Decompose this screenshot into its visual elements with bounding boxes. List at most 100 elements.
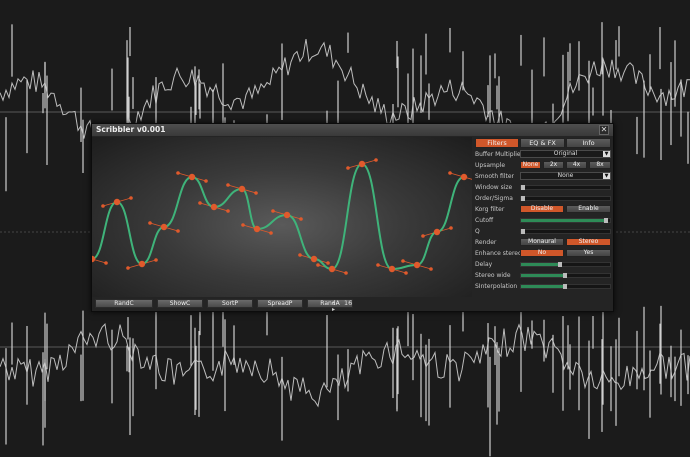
handle-tip[interactable] [298,253,302,257]
render-label: Render [475,239,497,246]
handle-tip[interactable] [374,158,378,162]
handle-tip[interactable] [448,171,452,175]
control-point[interactable] [310,255,318,263]
showc-button[interactable]: ShowC [157,299,203,308]
handle-tip[interactable] [401,259,405,263]
korg-filter-enable[interactable]: Enable [566,205,611,213]
handle-tip[interactable] [421,234,425,238]
delay-slider[interactable] [520,262,611,267]
control-point[interactable] [283,211,291,219]
control-point[interactable] [138,260,146,268]
control-point[interactable] [358,160,366,168]
smooth-filter-value: None [557,172,574,179]
settings-panel: Filters EQ & FX Info Buffer Multiplier O… [475,137,611,297]
handle-tip[interactable] [204,179,208,183]
control-point[interactable] [328,265,336,273]
window-size-slider[interactable] [520,185,611,190]
curve-editor[interactable] [92,137,472,297]
slider-knob[interactable] [558,262,563,267]
curve-graph[interactable] [92,137,472,297]
handle-tip[interactable] [154,258,158,262]
spreadp-button[interactable]: SpreadP [257,299,303,308]
control-point[interactable] [160,223,168,231]
handle-tip[interactable] [269,231,273,235]
handle-tip[interactable] [346,166,350,170]
randc-button[interactable]: RandC [95,299,153,308]
window-title: Scribbler v0.001 [96,125,166,134]
korg-filter-disable[interactable]: Disable [520,205,564,213]
control-point[interactable] [113,198,121,206]
slider-knob[interactable] [521,196,525,201]
enhance-stereo-label: Enhance stereo [475,250,522,257]
close-button[interactable]: ✕ [599,125,609,135]
q-slider[interactable] [520,229,611,234]
handle-tip[interactable] [148,221,152,225]
handle-tip[interactable] [198,201,202,205]
window-size-label: Window size [475,184,513,191]
upsample-4x[interactable]: 4x [566,161,587,169]
control-point[interactable] [253,225,261,233]
korg-filter-label: Korg filter [475,206,505,213]
stereo-wide-slider[interactable] [520,273,611,278]
handle-tip[interactable] [176,229,180,233]
handle-tip[interactable] [176,171,180,175]
render-stereo[interactable]: Stereo [566,238,611,246]
handle-tip[interactable] [404,271,408,275]
handle-tip[interactable] [226,183,230,187]
tab-eq-fx[interactable]: EQ & FX [520,138,565,148]
handle-tip[interactable] [271,209,275,213]
point-count-arrows[interactable]: ◂ ▸ [332,299,335,313]
handle-tip[interactable] [299,217,303,221]
sortp-button[interactable]: SortP [207,299,253,308]
handle-tip[interactable] [129,196,133,200]
control-point[interactable] [413,261,421,269]
handle-tip[interactable] [241,223,245,227]
slider-knob[interactable] [562,284,567,289]
smooth-filter-label: Smooth filter [475,173,515,180]
control-point[interactable] [388,265,396,273]
enhance-stereo-yes[interactable]: Yes [566,249,611,257]
sinterpolation-slider[interactable] [520,284,611,289]
control-point[interactable] [238,185,246,193]
upsample-none[interactable]: None [520,161,541,169]
title-bar[interactable]: Scribbler v0.001 ✕ [92,124,613,136]
enhance-stereo-no[interactable]: No [520,249,564,257]
q-label: Q [475,228,480,235]
upsample-8x[interactable]: 8x [589,161,611,169]
handle-tip[interactable] [254,191,258,195]
order-sigma-slider[interactable] [520,196,611,201]
order-sigma-label: Order/Sigma [475,195,513,202]
slider-knob[interactable] [521,229,525,234]
control-point[interactable] [460,173,468,181]
cutoff-slider[interactable] [520,218,611,223]
tab-filters[interactable]: Filters [475,138,519,148]
smooth-filter-dropdown[interactable]: None ▼ [520,172,611,180]
handle-tip[interactable] [316,263,320,267]
handle-tip[interactable] [429,267,433,271]
point-count-value: 16 [344,299,353,307]
buffer-multiplier-value: Original [553,150,578,157]
slider-knob[interactable] [604,218,608,223]
slider-knob[interactable] [562,273,567,278]
handle-tip[interactable] [326,261,330,265]
scribbler-window: Scribbler v0.001 ✕ RandC ShowC SortP Spr… [91,123,614,313]
chevron-down-icon: ▼ [603,151,610,157]
slider-knob[interactable] [521,185,525,190]
delay-label: Delay [475,261,493,268]
tab-info[interactable]: Info [566,138,611,148]
handle-tip[interactable] [344,271,348,275]
upsample-2x[interactable]: 2x [543,161,564,169]
control-point[interactable] [433,228,441,236]
handle-tip[interactable] [449,226,453,230]
handle-tip[interactable] [104,261,108,265]
handle-tip[interactable] [226,209,230,213]
handle-tip[interactable] [376,263,380,267]
upsample-label: Upsample [475,162,506,169]
control-point[interactable] [188,173,196,181]
buffer-multiplier-dropdown[interactable]: Original ▼ [520,150,611,158]
stereo-wide-label: Stereo wide [475,272,511,279]
handle-tip[interactable] [126,266,130,270]
control-point[interactable] [210,203,218,211]
handle-tip[interactable] [101,204,105,208]
render-monaural[interactable]: Monaural [520,238,564,246]
